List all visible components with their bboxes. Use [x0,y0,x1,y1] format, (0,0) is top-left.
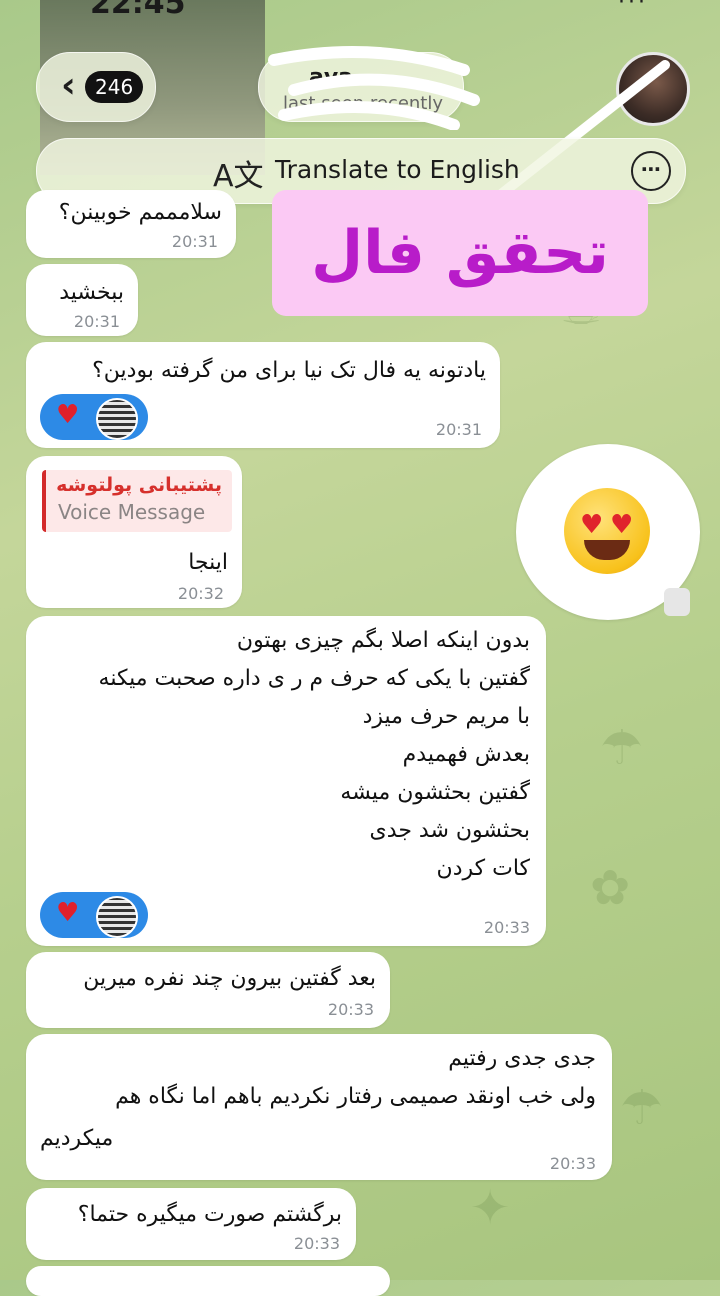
doodle-pattern: ✿ [590,860,631,916]
message-line: میکردیم [40,1126,114,1151]
message-line: کات کردن [436,856,530,881]
message-bubble[interactable]: سلامممم خوبینن؟ 20:31 [26,190,236,258]
status-time: 22:45 [90,0,186,21]
message-line: ولی خب اونقد صمیمی رفتار نکردیم باهم اما… [115,1084,596,1109]
message-line: گفتین با یکی که حرف م ر ی داره صحبت میکن… [98,666,530,691]
translate-icon: A文 [213,159,264,194]
heart-eyes-emoji-icon: ♥ ♥ [564,488,650,574]
reply-author: پشتیبانی پولتوشه [56,474,222,496]
message-time: 20:31 [435,420,482,439]
message-bubble[interactable]: بعد گفتین بیرون چند نفره میرین 20:33 [26,952,390,1028]
heart-icon: ♥ [56,400,80,430]
message-line: جدی جدی رفتیم [448,1046,596,1071]
reaction-pill[interactable]: ♥ [40,892,148,938]
heart-icon: ♥ [580,510,604,540]
overlay-sticker-text: تحقق فال [272,190,648,316]
message-line: بحثشون شد جدی [369,818,530,843]
heart-icon: ♥ [610,510,634,540]
message-bubble-partial[interactable] [26,1266,390,1296]
reactor-avatar [96,896,138,938]
chevron-left-icon: ‹ [61,65,76,106]
message-line: با مریم حرف میزد [362,704,530,729]
heart-icon: ♥ [56,898,80,928]
mouth-shape [584,540,630,560]
redaction-scribble [268,46,480,130]
message-time: 20:33 [327,1000,374,1019]
message-line: بدون اینکه اصلا بگم چیزی بهتون [236,628,530,653]
doodle-pattern: ✦ [470,1180,511,1236]
message-time: 20:33 [483,918,530,937]
reply-text: Voice Message [58,500,206,524]
bubble-tail [664,588,690,616]
unread-count-badge: 246 [85,71,144,103]
doodle-pattern: ☂ [620,1080,664,1136]
status-icons: ··· [618,0,648,15]
message-bubble[interactable]: یادتونه یه فال تک نیا برای من گرفته بودی… [26,342,500,448]
message-text: سلامممم خوبینن؟ [58,200,222,225]
message-line: گفتین بحثشون میشه [340,780,530,805]
message-text: برگشتم صورت میگیره حتما؟ [77,1202,342,1227]
doodle-pattern: ☂ [600,720,644,776]
reactor-avatar [96,398,138,440]
message-bubble[interactable]: جدی جدی رفتیم ولی خب اونقد صمیمی رفتار ن… [26,1034,612,1180]
message-bubble[interactable]: ببخشید 20:31 [26,264,138,336]
message-time: 20:32 [177,584,224,603]
message-time: 20:33 [293,1234,340,1253]
message-time: 20:31 [171,232,218,251]
translate-label: Translate to English [275,155,520,184]
message-time: 20:31 [73,312,120,331]
message-text: ببخشید [59,280,124,305]
message-text: یادتونه یه فال تک نیا برای من گرفته بودی… [92,358,486,383]
reaction-pill[interactable]: ♥ [40,394,148,440]
message-time: 20:33 [549,1154,596,1173]
message-bubble[interactable]: برگشتم صورت میگیره حتما؟ 20:33 [26,1188,356,1260]
message-bubble[interactable]: بدون اینکه اصلا بگم چیزی بهتون گفتین با … [26,616,546,946]
message-text: بعد گفتین بیرون چند نفره میرین [83,966,376,991]
reply-quote[interactable]: پشتیبانی پولتوشه Voice Message [42,470,232,532]
message-text: اینجا [188,550,228,575]
message-line: بعدش فهمیدم [402,742,530,767]
back-button[interactable]: ‹ 246 [36,52,156,122]
more-options-button[interactable]: ⋯ [631,151,671,191]
